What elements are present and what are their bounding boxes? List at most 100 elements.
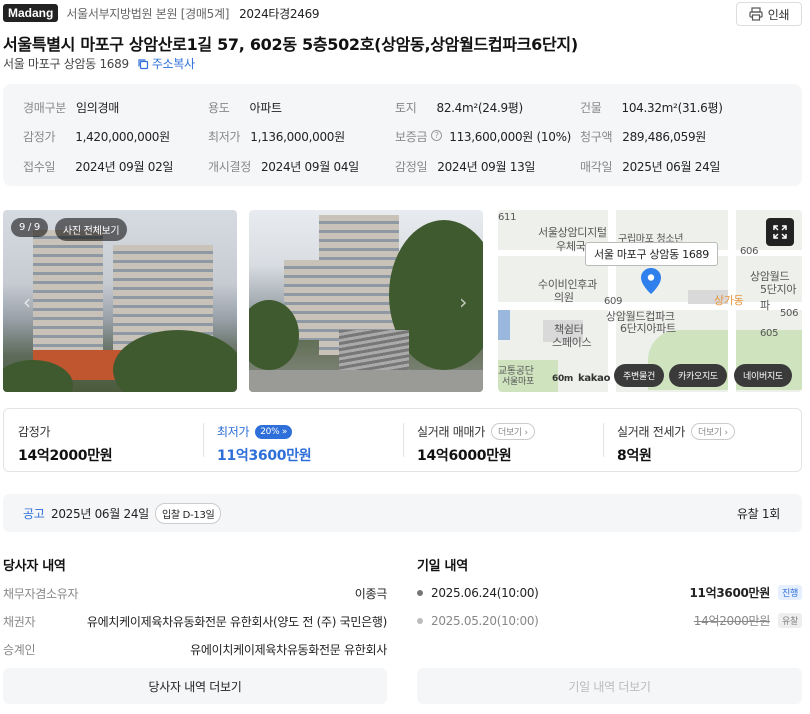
price-value: 11억3600만원 <box>217 448 312 464</box>
price-label-text: 감정가 <box>18 425 51 439</box>
photo-counter-badge: 9 / 9 <box>11 218 48 237</box>
party-row: 채무자겸소유자 이종극 <box>3 585 387 602</box>
auction-info-panel: 경매구분 임의경매 용도 아파트 토지 82.4m²(24.9평) 건물 104.32m… <box>3 84 802 186</box>
copy-icon <box>138 58 148 69</box>
info-label: 감정가 <box>23 130 56 144</box>
discount-percent: 20% <box>260 426 280 437</box>
parties-more-button[interactable]: 당사자 내역 더보기 <box>3 668 387 704</box>
map-address-popup: 서울 마포구 상암동 1689 <box>585 242 718 266</box>
price-label-text: 실거래 전세가 <box>617 425 685 439</box>
print-label: 인쇄 <box>767 7 790 22</box>
info-minimum: 최저가 1,136,000,000원 <box>208 128 345 145</box>
history-date: 2025.05.20(10:00) <box>431 613 539 628</box>
price-label: 감정가 <box>18 423 51 440</box>
notice-tag: 공고 <box>23 507 45 521</box>
print-icon <box>749 7 763 21</box>
info-appraisal: 감정가 1,420,000,000원 <box>23 128 170 145</box>
status-badge: 진행 <box>778 585 802 600</box>
price-label-text: 실거래 매매가 <box>417 425 485 439</box>
map-label: 506 <box>780 308 799 319</box>
info-value: 104.32m²(31.6평) <box>621 101 723 115</box>
ground-shape <box>249 370 483 392</box>
view-all-photos-button[interactable]: 사진 전체보기 <box>55 218 128 241</box>
party-value: 이종극 <box>354 587 388 601</box>
info-claim: 청구액 289,486,059원 <box>580 128 706 145</box>
view-all-photos-label: 사진 전체보기 <box>63 226 120 237</box>
map-label: 606 <box>740 246 759 257</box>
info-value: 1,136,000,000원 <box>250 130 345 144</box>
info-label: 경매구분 <box>23 101 66 115</box>
stairs-shape <box>339 330 409 375</box>
price-minimum: 최저가 20% » 11억3600만원 <box>203 409 403 471</box>
building-shape <box>33 230 103 370</box>
more-real-sale-button[interactable]: 더보기 › <box>490 423 535 440</box>
info-value: 113,600,000원 (10%) <box>449 130 572 144</box>
status-dot <box>417 589 423 596</box>
kakao-logo: kakao <box>578 373 611 384</box>
prev-photo-icon[interactable]: ‹ <box>23 290 31 314</box>
logo[interactable]: Madang <box>3 4 59 22</box>
info-label: 건물 <box>580 101 602 115</box>
info-value: 82.4m²(24.9평) <box>436 101 523 115</box>
info-building: 건물 104.32m²(31.6평) <box>580 99 723 116</box>
info-label: 청구액 <box>580 130 613 144</box>
party-key: 채무자겸소유자 <box>3 587 79 601</box>
case-number: 2024타경2469 <box>239 6 320 21</box>
info-appraisal-date: 감정일 2024년 09월 13일 <box>395 158 535 175</box>
fail-count: 유찰 1회 <box>736 507 780 521</box>
info-value: 289,486,059원 <box>622 130 707 144</box>
map-label: 609 <box>604 296 623 307</box>
map-label: 6단지아파트 <box>620 322 676 335</box>
kakao-map-button[interactable]: 카카오지도 <box>669 364 727 387</box>
price-value: 8억원 <box>617 448 652 464</box>
more-real-lease-button[interactable]: 더보기 › <box>690 423 735 440</box>
map-pin-icon <box>641 268 661 294</box>
discount-badge: 20% » <box>255 424 293 439</box>
building-footprint <box>498 310 510 340</box>
info-sale-date: 매각일 2025년 06월 24일 <box>580 158 720 175</box>
status-badge: 유찰 <box>778 613 802 628</box>
next-photo-icon[interactable]: › <box>459 290 467 314</box>
property-photo-2[interactable]: › <box>249 210 483 392</box>
party-row: 채권자 유에치케이제육차유동화전문 유한회사(양도 전 (주) 국민은행) <box>3 613 387 630</box>
price-value: 14억6000만원 <box>417 448 512 464</box>
price-real-sale: 실거래 매매가 더보기 › 14억6000만원 <box>403 409 603 471</box>
info-deposit: 보증금? 113,600,000원 (10%) <box>395 128 571 145</box>
info-label: 보증금 <box>395 130 428 144</box>
info-received: 접수일 2024년 09월 02일 <box>23 158 173 175</box>
info-label: 개시결정 <box>208 160 251 174</box>
map-scale: 60m <box>552 374 574 384</box>
location-map[interactable]: 611 서울상암디지털 우체국 구립마포 청소년 수이비인후과 의원 책쉼터 스… <box>498 210 802 392</box>
copy-address-button[interactable]: 주소복사 <box>137 55 195 72</box>
parties-title: 당사자 내역 <box>3 559 66 574</box>
price-real-lease: 실거래 전세가 더보기 › 8억원 <box>603 409 801 471</box>
price-summary: 감정가 14억2000만원 최저가 20% » 11억3600만원 실거래 매매가… <box>3 408 802 472</box>
notice-date: 2025년 06월 24일 <box>51 507 149 521</box>
map-label: 상가동 <box>714 294 744 307</box>
history-date: 2025.06.24(10:00) <box>431 585 539 600</box>
dday-badge: 입찰 D-13일 <box>155 503 222 524</box>
nearby-properties-button[interactable]: 주변물건 <box>614 364 664 387</box>
history-amount: 11억3600만원 <box>689 586 771 600</box>
info-start-decision: 개시결정 2024년 09월 04일 <box>208 158 359 175</box>
party-value: 유에치케이제육차유동화전문 유한회사(양도 전 (주) 국민은행) <box>86 615 387 629</box>
info-label: 용도 <box>208 101 230 115</box>
history-more-button[interactable]: 기일 내역 더보기 <box>417 668 802 704</box>
print-button[interactable]: 인쇄 <box>736 2 802 26</box>
price-label: 최저가 20% » <box>217 423 293 440</box>
info-label: 토지 <box>395 101 417 115</box>
price-label: 실거래 매매가 더보기 › <box>417 423 535 440</box>
history-title: 기일 내역 <box>417 559 468 574</box>
header-bar: Madang 서울서부지방법원 본원 [경매5계] 2024타경2469 <box>3 2 320 24</box>
help-icon[interactable]: ? <box>431 130 443 141</box>
history-row: 2025.05.20(10:00) 14억2000만원 유찰 <box>417 612 802 629</box>
naver-map-button[interactable]: 네이버지도 <box>734 364 792 387</box>
info-auction-type: 경매구분 임의경매 <box>23 99 119 116</box>
price-value: 14억2000만원 <box>18 448 113 464</box>
property-photo-1[interactable]: 9 / 9 사진 전체보기 ‹ <box>3 210 237 392</box>
info-usage: 용도 아파트 <box>208 99 282 116</box>
map-label: 우체국 <box>556 240 586 253</box>
status-dot <box>417 617 423 624</box>
expand-map-button[interactable] <box>766 218 794 246</box>
party-row: 승계인 유에이치케이제육차유동화전문 유한회사 <box>3 641 387 658</box>
